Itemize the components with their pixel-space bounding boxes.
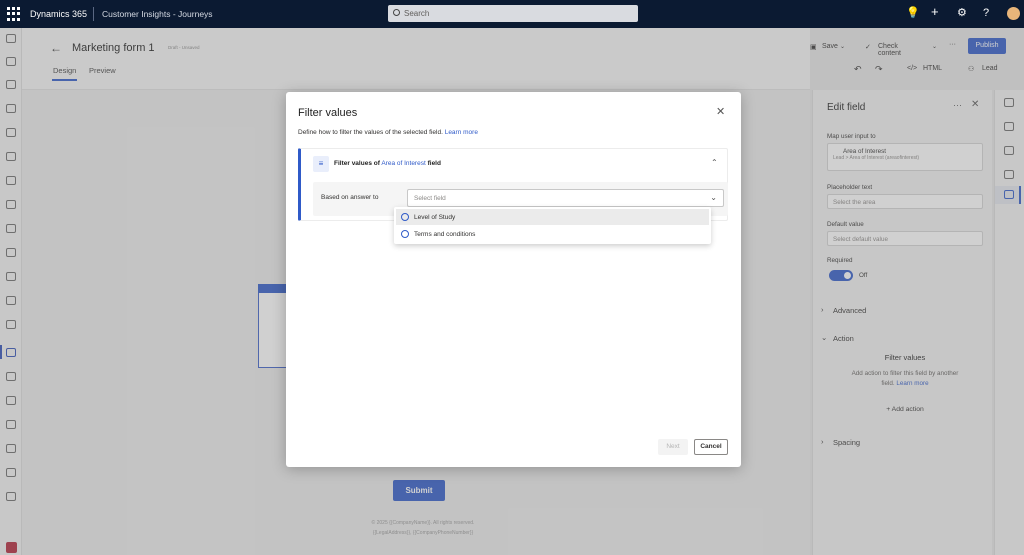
based-on-label: Based on answer to [321,194,379,201]
app-launcher-icon[interactable] [7,7,21,21]
option-terms-and-conditions[interactable]: Terms and conditions [396,226,709,242]
option-label: Terms and conditions [414,231,476,238]
card-title: Filter values of Area of Interest field [334,160,441,167]
divider [93,7,94,21]
search-placeholder: Search [404,9,430,18]
app-name[interactable]: Customer Insights - Journeys [102,9,213,19]
option-label: Level of Study [414,214,456,221]
close-icon[interactable]: ✕ [716,105,725,118]
learn-more-link[interactable]: Learn more [445,129,478,136]
dialog-description: Define how to filter the values of the s… [298,129,478,136]
checkbox-field-icon [401,230,409,238]
select-field-dropdown[interactable]: Select field ⌄ [407,189,724,207]
field-icon [401,213,409,221]
global-search-input[interactable]: Search [388,5,638,22]
chevron-down-icon: ⌄ [710,193,717,202]
select-field-options: Level of Study Terms and conditions [394,207,711,244]
option-level-of-study[interactable]: Level of Study [396,209,709,225]
cancel-button[interactable]: Cancel [694,439,728,455]
brand-name[interactable]: Dynamics 365 [30,9,87,19]
search-icon [393,9,400,16]
gear-icon[interactable]: ⚙ [957,8,967,19]
select-field-placeholder: Select field [414,195,446,202]
card-field-name: Area of Interest [381,160,426,167]
top-bar: Dynamics 365 Customer Insights - Journey… [0,0,1024,28]
card-title-suffix: field [427,160,441,167]
plus-icon[interactable]: + [931,5,939,18]
avatar[interactable] [1007,7,1020,20]
dialog-description-text: Define how to filter the values of the s… [298,129,443,136]
dialog-title: Filter values [298,107,358,119]
help-icon[interactable]: ? [983,8,989,19]
filter-values-dialog: Filter values ✕ Define how to filter the… [286,92,741,467]
filter-icon: ≡ [313,156,329,172]
card-title-prefix: Filter values of [334,160,380,167]
chevron-up-icon[interactable]: ⌃ [711,158,718,167]
lightbulb-icon[interactable]: 💡 [906,8,920,19]
next-button[interactable]: Next [658,439,688,455]
